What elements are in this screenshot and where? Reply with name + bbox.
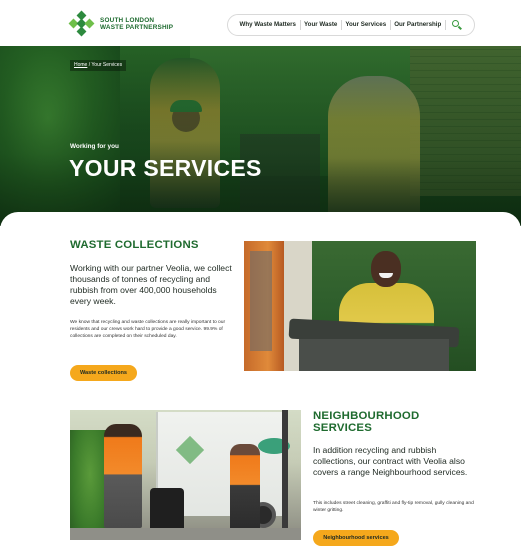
- neighbourhood-services-body: This includes street cleaning, graffiti …: [313, 501, 474, 514]
- main-nav: Why Waste Matters Your Waste Your Servic…: [227, 14, 475, 36]
- waste-collections-body: We know that recycling and waste collect…: [70, 320, 226, 340]
- nav-why-waste-matters[interactable]: Why Waste Matters: [236, 20, 301, 30]
- nav-our-partnership[interactable]: Our Partnership: [391, 20, 446, 30]
- waste-collections-heading: WASTE COLLECTIONS: [70, 239, 199, 251]
- logo-text: SOUTH LONDON WASTE PARTNERSHIP: [100, 17, 173, 32]
- site-header: SOUTH LONDON WASTE PARTNERSHIP Why Waste…: [0, 0, 521, 46]
- hero-eyebrow: Working for you: [70, 143, 119, 150]
- logo-line-2: WASTE PARTNERSHIP: [100, 24, 174, 31]
- hero-banner: Home / Your Services Working for you YOU…: [0, 46, 521, 226]
- hero-curve-divider: [0, 212, 521, 242]
- page-title: YOUR SERVICES: [69, 155, 262, 181]
- breadcrumb-current: Your Services: [91, 62, 123, 68]
- neighbourhood-services-lead: In addition recycling and rubbish collec…: [313, 445, 468, 477]
- neighbourhood-services-heading: NEIGHBOURHOOD SERVICES: [313, 410, 420, 434]
- site-logo[interactable]: SOUTH LONDON WASTE PARTNERSHIP: [68, 10, 173, 37]
- neighbourhood-services-photo: [70, 410, 301, 540]
- nav-your-services[interactable]: Your Services: [342, 20, 391, 30]
- waste-collections-photo: [244, 241, 476, 371]
- waste-collections-lead: Working with our partner Veolia, we coll…: [70, 263, 232, 306]
- search-icon[interactable]: [450, 18, 464, 32]
- diamond-cluster-icon: [68, 10, 95, 37]
- neighbourhood-services-button[interactable]: Neighbourhood services: [313, 530, 399, 546]
- nav-your-waste[interactable]: Your Waste: [301, 20, 342, 30]
- logo-line-1: SOUTH LONDON: [100, 16, 155, 24]
- breadcrumb: Home / Your Services: [70, 60, 127, 71]
- waste-collections-button[interactable]: Waste collections: [70, 365, 137, 381]
- breadcrumb-home-link[interactable]: Home: [74, 62, 87, 68]
